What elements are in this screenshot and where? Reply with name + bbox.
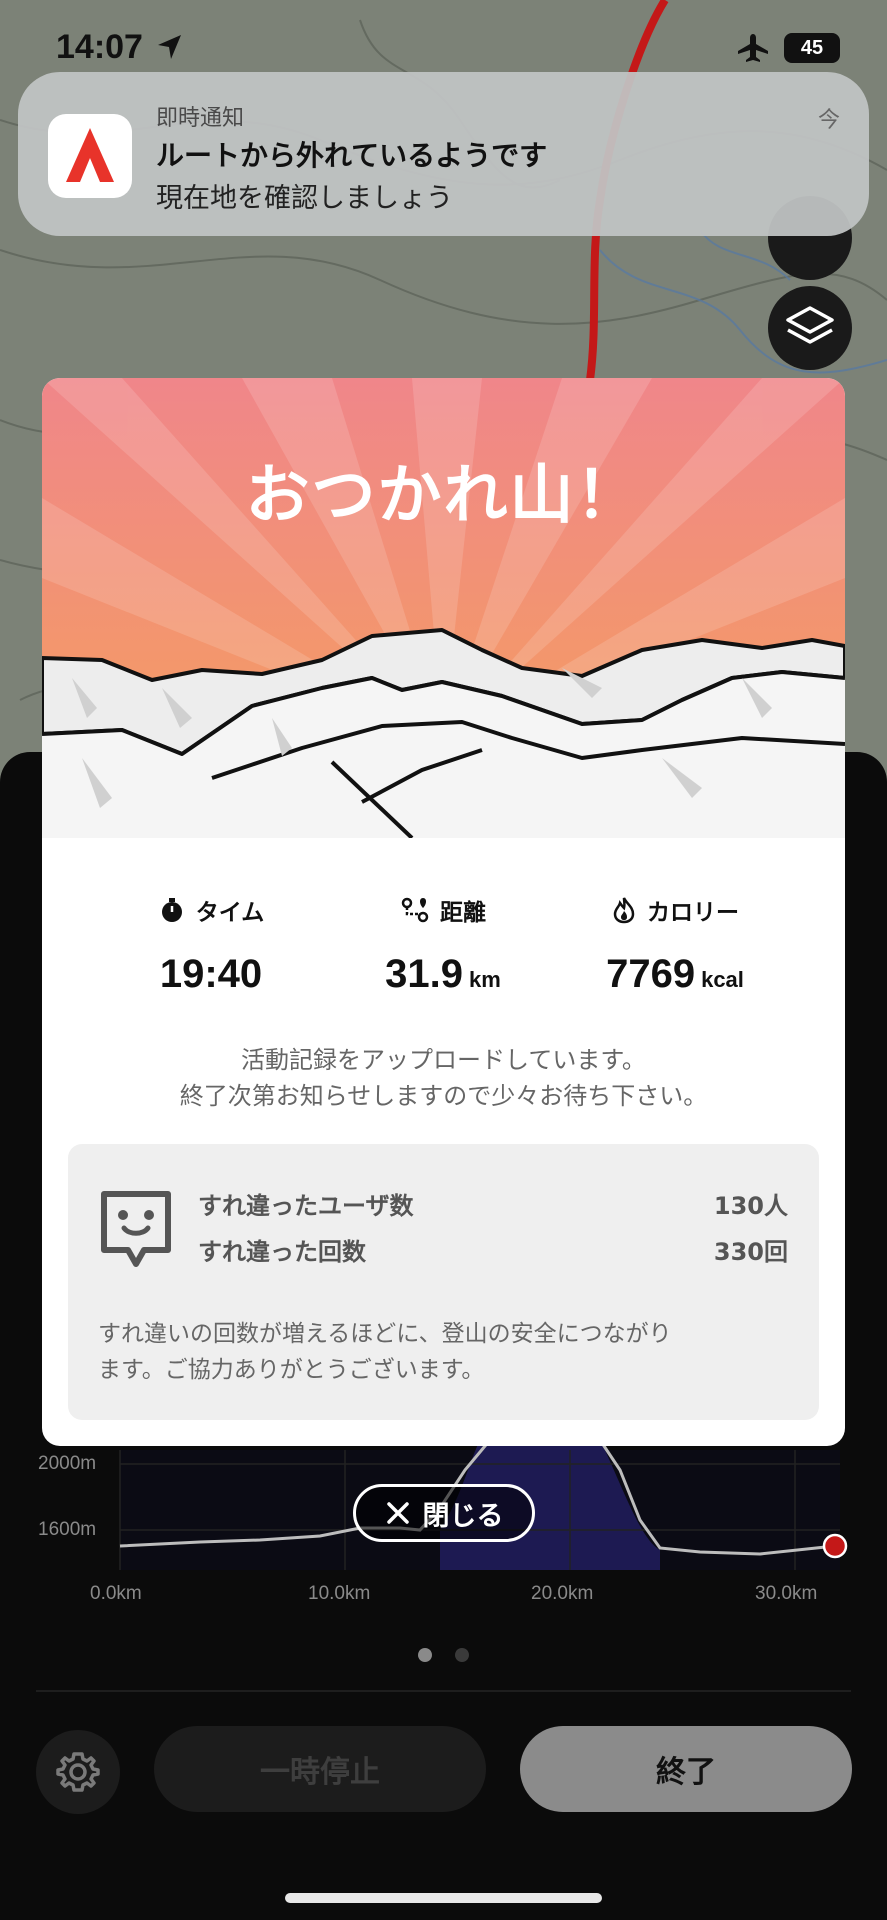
notification-banner[interactable]: 即時通知 ルートから外れているようです 現在地を確認しましょう 今 — [18, 72, 869, 236]
encounter-note-line: すれ違いの回数が増えるほどに、登山の安全につながり — [98, 1321, 672, 1347]
pager-dot-active[interactable] — [418, 1648, 432, 1662]
encounter-count-value: 330回 — [713, 1238, 788, 1266]
stat-calories-unit: kcal — [701, 967, 744, 992]
close-button-label: 閉じる — [422, 1500, 504, 1532]
home-indicator[interactable] — [285, 1893, 602, 1903]
notification-title: ルートから外れているようです — [156, 139, 548, 172]
layers-button[interactable] — [768, 286, 852, 370]
elevation-x-label: 10.0km — [308, 1583, 371, 1604]
elevation-x-label: 30.0km — [755, 1583, 818, 1604]
close-button[interactable]: 閉じる — [353, 1484, 535, 1542]
elevation-x-label: 20.0km — [531, 1583, 594, 1604]
airplane-icon — [738, 34, 768, 62]
end-button[interactable]: 終了 — [520, 1726, 852, 1812]
stat-time-value: 19:40 — [159, 952, 263, 996]
stat-distance-value: 31.9 — [385, 952, 464, 996]
settings-button[interactable] — [36, 1730, 120, 1814]
modal-title: おつかれ山！ — [245, 459, 642, 533]
stat-calories-value: 7769 — [606, 952, 696, 996]
screen: 14:07 45 即時通知 ルートから外れているようです 現在地を確認しましょう… — [0, 0, 887, 1920]
upload-message-line: 終了次第お知らせしますので少々お待ち下さい。 — [179, 1082, 708, 1110]
pause-button[interactable]: 一時停止 — [154, 1726, 486, 1812]
pager-dot[interactable] — [455, 1648, 469, 1662]
gear-icon — [56, 1752, 100, 1792]
upload-message-line: 活動記録をアップロードしています。 — [241, 1046, 646, 1074]
encounter-users-label: すれ違ったユーザ数 — [198, 1192, 414, 1220]
layers-icon — [786, 306, 834, 344]
pause-button-label: 一時停止 — [260, 1755, 380, 1790]
elevation-y-label: 2000m — [38, 1453, 97, 1474]
encounter-box: すれ違ったユーザ数 130人 すれ違った回数 330回 すれ違いの回数が増えるほ… — [68, 1144, 819, 1420]
stat-time: タイム 19:40 — [96, 892, 326, 997]
elevation-x-label: 0.0km — [90, 1583, 142, 1604]
elevation-y-label: 1600m — [38, 1519, 97, 1540]
stat-time-label: タイム — [195, 900, 265, 926]
notification-body: 現在地を確認しましょう — [156, 183, 453, 214]
upload-message: 活動記録をアップロードしています。 終了次第お知らせしますので少々お待ち下さい。 — [42, 1042, 845, 1114]
status-time: 14:07 — [56, 28, 143, 66]
stopwatch-icon — [161, 898, 182, 922]
route-icon — [401, 897, 429, 923]
battery-indicator: 45 — [784, 33, 840, 63]
stat-calories: カロリー 7769 kcal — [560, 892, 790, 997]
flame-icon — [613, 897, 635, 924]
encounter-count-row: すれ違った回数 330回 — [198, 1232, 788, 1267]
encounter-users-value: 130人 — [713, 1192, 788, 1220]
completion-modal: おつかれ山！ タイム 19:40 距離 31.9 km カロリー 7769 kc… — [42, 378, 845, 1446]
encounter-note: すれ違いの回数が増えるほどに、登山の安全につながり ます。ご協力ありがとうござい… — [98, 1316, 798, 1388]
status-bar: 14:07 45 — [0, 0, 887, 80]
app-logo-icon — [66, 128, 114, 182]
stat-calories-label: カロリー — [647, 900, 739, 926]
sheet-divider — [36, 1690, 851, 1692]
stat-distance-label: 距離 — [440, 900, 486, 926]
end-button-label: 終了 — [656, 1755, 716, 1790]
close-icon — [386, 1502, 409, 1524]
location-arrow-icon — [158, 35, 181, 59]
encounter-count-label: すれ違った回数 — [198, 1238, 366, 1266]
stat-distance-unit: km — [469, 967, 501, 992]
encounter-face-icon — [101, 1191, 171, 1267]
encounter-users-row: すれ違ったユーザ数 130人 — [198, 1186, 788, 1221]
stat-distance: 距離 31.9 km — [328, 892, 558, 997]
encounter-note-line: ます。ご協力ありがとうございます。 — [98, 1357, 485, 1383]
notification-app-name: 即時通知 — [156, 106, 245, 131]
notification-app-icon — [48, 114, 132, 198]
notification-time: 今 — [818, 108, 841, 133]
